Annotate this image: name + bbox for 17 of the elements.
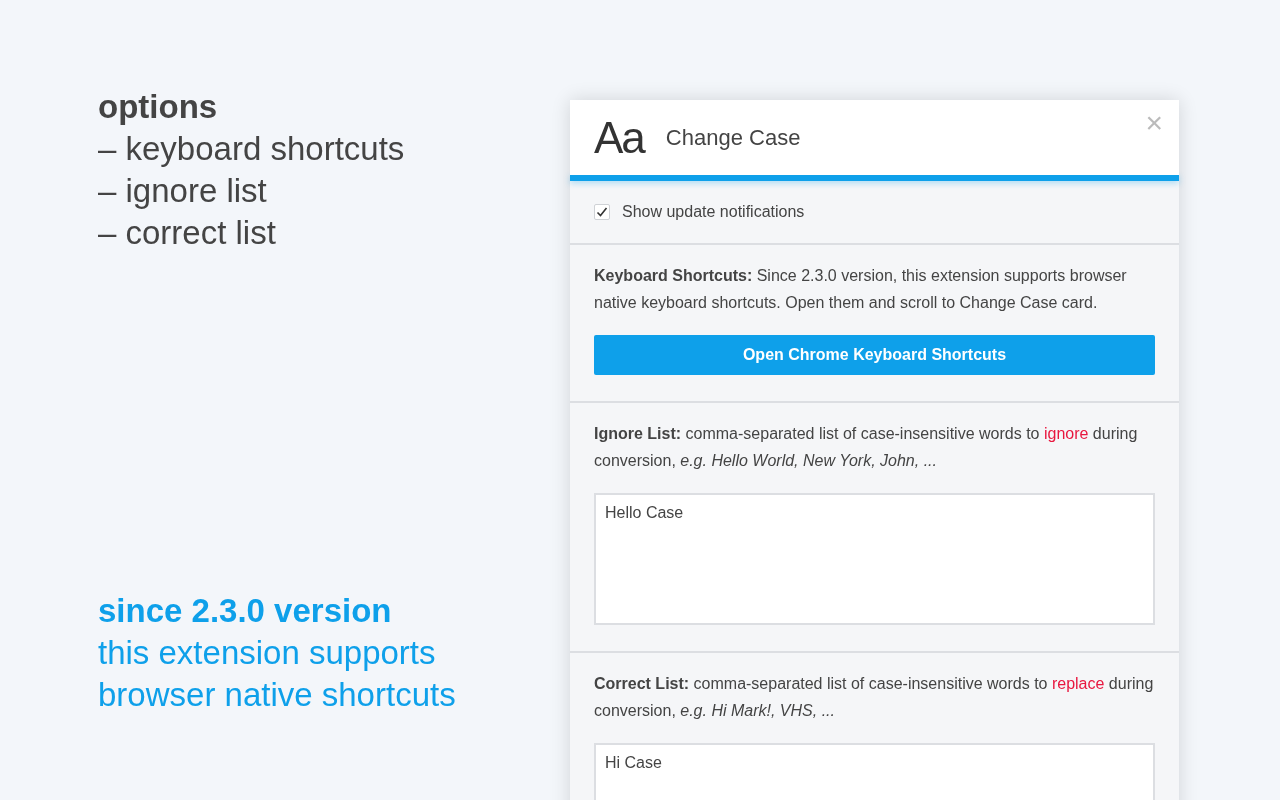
text-area-field[interactable]: Hello Case bbox=[594, 493, 1155, 625]
list-description: Ignore List: comma-separated list of case-insensitive words to ignore during conversion, e.g. Hello World, New York, John, ... bbox=[594, 424, 1139, 471]
text-area-field[interactable]: Hi Case bbox=[594, 743, 1155, 800]
panel-title: Change Case bbox=[665, 124, 801, 152]
options-heading: options bbox=[98, 87, 219, 127]
promo-text: this extension supports bbox=[98, 633, 437, 673]
checkmark-icon bbox=[596, 205, 608, 218]
options-item: – keyboard shortcuts bbox=[98, 129, 406, 169]
checkbox-label[interactable]: Show update notifications bbox=[622, 198, 805, 225]
shortcuts-description: Keyboard Shortcuts: Since 2.3.0 version, this extension supports browser native keyboard shortcuts. Open them and scroll to Change Case card. bbox=[594, 266, 1128, 313]
list-description: Correct List: comma-separated list of case-insensitive words to replace during conversion, e.g. Hi Mark!, VHS, ... bbox=[594, 674, 1155, 721]
promo-text: browser native shortcuts bbox=[98, 675, 457, 715]
logo-text: Aa bbox=[594, 115, 644, 160]
promo-heading: since 2.3.0 version bbox=[98, 591, 393, 631]
checkbox[interactable] bbox=[594, 203, 610, 220]
options-item: – ignore list bbox=[98, 171, 268, 211]
options-item: – correct list bbox=[98, 213, 277, 253]
